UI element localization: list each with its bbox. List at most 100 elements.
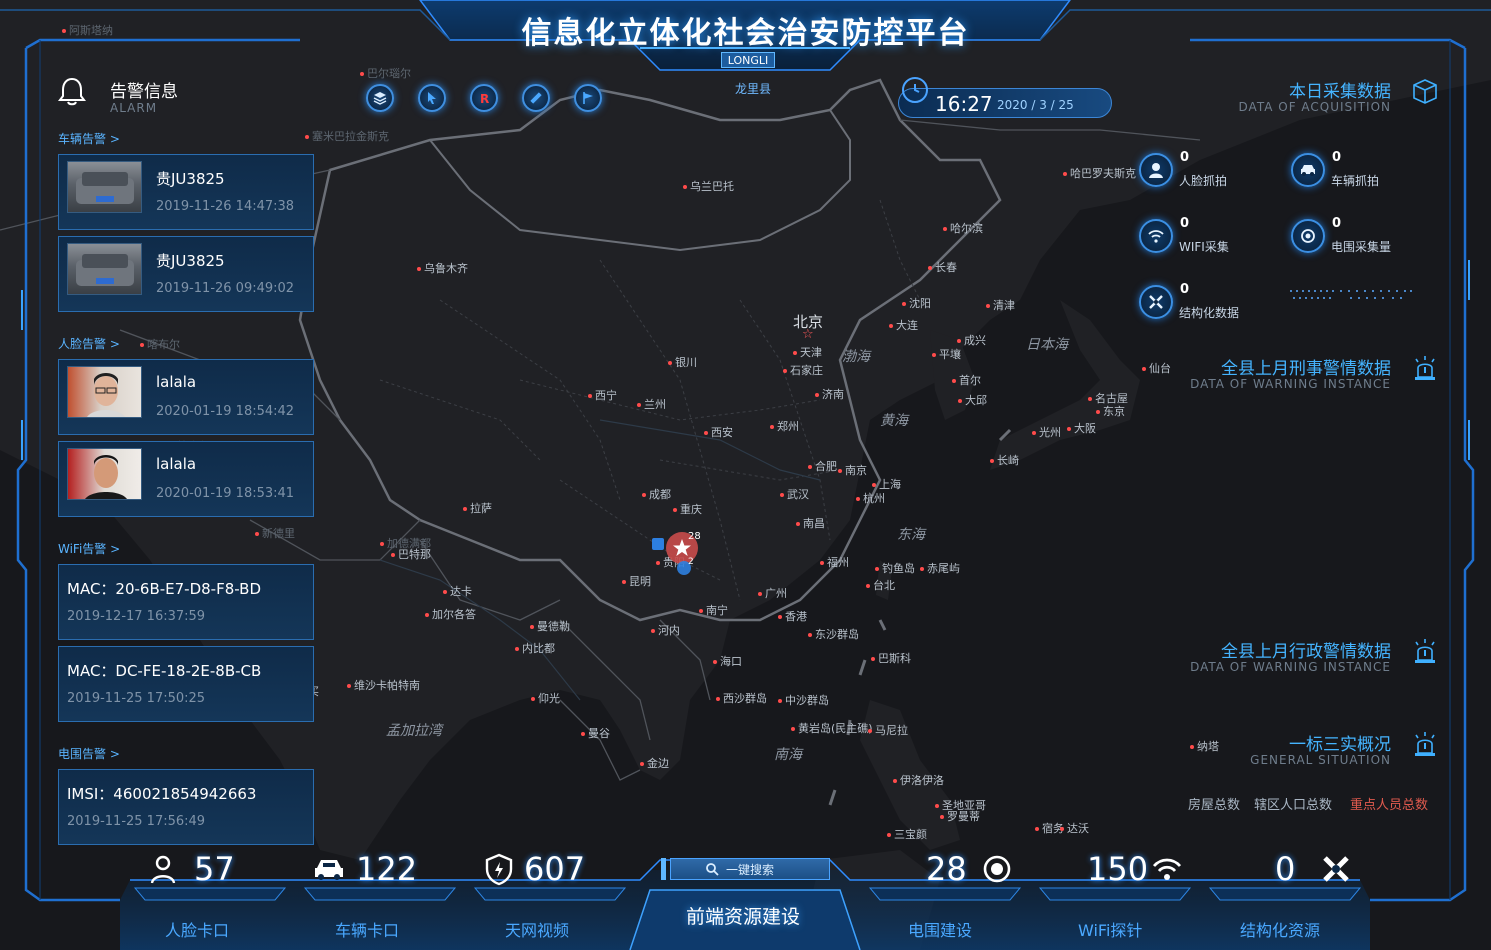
city-dot-icon [872, 483, 876, 487]
general-title: 一标三实概况 [1289, 735, 1391, 755]
city-dot-icon [887, 833, 891, 837]
face-capture-value: 0 [1180, 150, 1190, 165]
face-capture-icon[interactable] [1139, 153, 1173, 187]
city-dot-icon [1063, 172, 1067, 176]
place-name: 巴尔瑙尔 [367, 67, 411, 80]
wifi-collect-value: 0 [1180, 216, 1190, 231]
vehicle-checkpoint-value: 122 [356, 850, 418, 888]
sea-label: 孟加拉湾 [386, 723, 442, 739]
map-place-label: 南昌 [796, 515, 825, 531]
city-dot-icon [952, 379, 956, 383]
vehicle-alarm-card[interactable]: 贵JU3825 2019-11-26 14:47:38 [58, 154, 314, 230]
map-place-label: 成兴 [957, 332, 986, 348]
wifi-probe-label[interactable]: WiFi探针 [1078, 917, 1142, 941]
wifi-collect-icon[interactable] [1139, 219, 1173, 253]
select-button[interactable] [418, 84, 446, 112]
shield-icon [485, 853, 513, 886]
general-title-en: GENERAL SITUATION [1250, 753, 1391, 767]
sea-label: 南海 [774, 747, 802, 763]
cluster-marker[interactable]: 28 2 [646, 526, 710, 580]
place-name: 马尼拉 [875, 724, 908, 737]
map-place-label: 仰光 [531, 690, 560, 706]
map-place-label: 罗曼蒂 [940, 808, 980, 824]
sea-label: 黄海 [880, 413, 908, 429]
map-place-label: 银川 [668, 354, 697, 370]
route-button[interactable]: R [470, 84, 498, 112]
measure-button[interactable] [522, 84, 550, 112]
wifi-alarm-card[interactable]: MAC：DC-FE-18-2E-8B-CB 2019-11-25 17:50:2… [58, 646, 314, 722]
place-name: 曼谷 [588, 727, 610, 740]
car-capture-icon[interactable] [1291, 153, 1325, 187]
city-dot-icon [699, 609, 703, 613]
city-dot-icon [866, 584, 870, 588]
house-total-label[interactable]: 房屋总数 [1188, 794, 1240, 813]
capital-star-icon: ☆ [802, 327, 814, 342]
criminal-title-en: DATA OF WARNING INSTANCE [1190, 377, 1391, 391]
layers-button[interactable] [366, 84, 394, 112]
place-name: 济南 [822, 388, 844, 401]
face-name: lalala [156, 373, 197, 391]
city-dot-icon [683, 185, 687, 189]
vehicle-alarm-card[interactable]: 贵JU3825 2019-11-26 09:49:02 [58, 236, 314, 312]
structure-resource-label[interactable]: 结构化资源 [1240, 917, 1320, 941]
place-name: 黄岩岛(民主礁) [798, 722, 873, 735]
place-name: 合肥 [815, 460, 837, 473]
city-dot-icon [1067, 427, 1071, 431]
search-icon [706, 863, 719, 876]
structure-data-icon[interactable] [1139, 285, 1173, 319]
skynet-video-label[interactable]: 天网视频 [505, 917, 569, 941]
map-place-label: 喀布尔 [140, 336, 180, 352]
map-place-label: 纳塔 [1190, 738, 1219, 754]
city-dot-icon [889, 324, 893, 328]
place-name: 塞米巴拉金斯克 [312, 130, 389, 143]
fence-build-label[interactable]: 电围建设 [908, 917, 972, 941]
frontend-resources-button[interactable]: 前端资源建设 [686, 902, 800, 929]
vehicle-alarm-link[interactable]: 车辆告警 > [58, 130, 120, 147]
svg-text:28: 28 [688, 531, 701, 542]
fence-build-value: 28 [926, 850, 967, 888]
face-alarm-card[interactable]: lalala 2020-01-19 18:53:41 [58, 441, 314, 517]
population-total-label[interactable]: 辖区人口总数 [1254, 794, 1332, 813]
map-place-label: 海口 [713, 653, 742, 669]
place-name: 中沙群岛 [785, 694, 829, 707]
wifi-time: 2019-12-17 16:37:59 [67, 609, 206, 624]
map-place-label: 天津 [793, 344, 822, 360]
map-place-label: 大阪 [1067, 420, 1096, 436]
vehicle-checkpoint-label[interactable]: 车辆卡口 [335, 917, 399, 941]
face-checkpoint-label[interactable]: 人脸卡口 [165, 917, 229, 941]
map-place-label: 兰州 [637, 396, 666, 412]
city-dot-icon [1142, 367, 1146, 371]
wifi-alarm-card[interactable]: MAC：20-6B-E7-D8-F8-BD 2019-12-17 16:37:5… [58, 564, 314, 640]
alarm-light-icon [1415, 732, 1435, 756]
fence-alarm-card[interactable]: IMSI：460021854942663 2019-11-25 17:56:49 [58, 769, 314, 845]
administrative-title: 全县上月行政警情数据 [1221, 642, 1391, 662]
clock-date: 2020 / 3 / 25 [997, 98, 1074, 112]
key-person-total-label[interactable]: 重点人员总数 [1350, 794, 1428, 813]
wifi-alarm-link[interactable]: WiFi告警 > [58, 540, 120, 557]
city-dot-icon [716, 697, 720, 701]
mark-button[interactable] [574, 84, 602, 112]
city-dot-icon [1035, 827, 1039, 831]
map-place-label: 巴斯科 [871, 650, 911, 666]
place-name: 台北 [873, 579, 895, 592]
city-dot-icon [255, 532, 259, 536]
fence-alarm-link[interactable]: 电围告警 > [58, 745, 120, 762]
face-alarm-card[interactable]: lalala 2020-01-19 18:54:42 [58, 359, 314, 435]
fence-collect-icon[interactable] [1291, 219, 1325, 253]
face-alarm-link[interactable]: 人脸告警 > [58, 335, 120, 352]
city-dot-icon [417, 267, 421, 271]
city-dot-icon [778, 699, 782, 703]
city-dot-icon [642, 493, 646, 497]
place-name: 大连 [896, 319, 918, 332]
place-name: 巴斯科 [878, 652, 911, 665]
place-name: 哈尔滨 [950, 222, 983, 235]
city-dot-icon [808, 465, 812, 469]
place-name: 南京 [845, 464, 867, 477]
city-dot-icon [868, 729, 872, 733]
county-name[interactable]: 龙里县 [718, 80, 788, 97]
clock-time: 16:27 [935, 92, 993, 116]
vehicle-time: 2019-11-26 09:49:02 [156, 281, 295, 296]
place-name: 罗曼蒂 [947, 810, 980, 823]
face-thumbnail [67, 366, 142, 418]
map-place-label: 首尔 [952, 372, 981, 388]
